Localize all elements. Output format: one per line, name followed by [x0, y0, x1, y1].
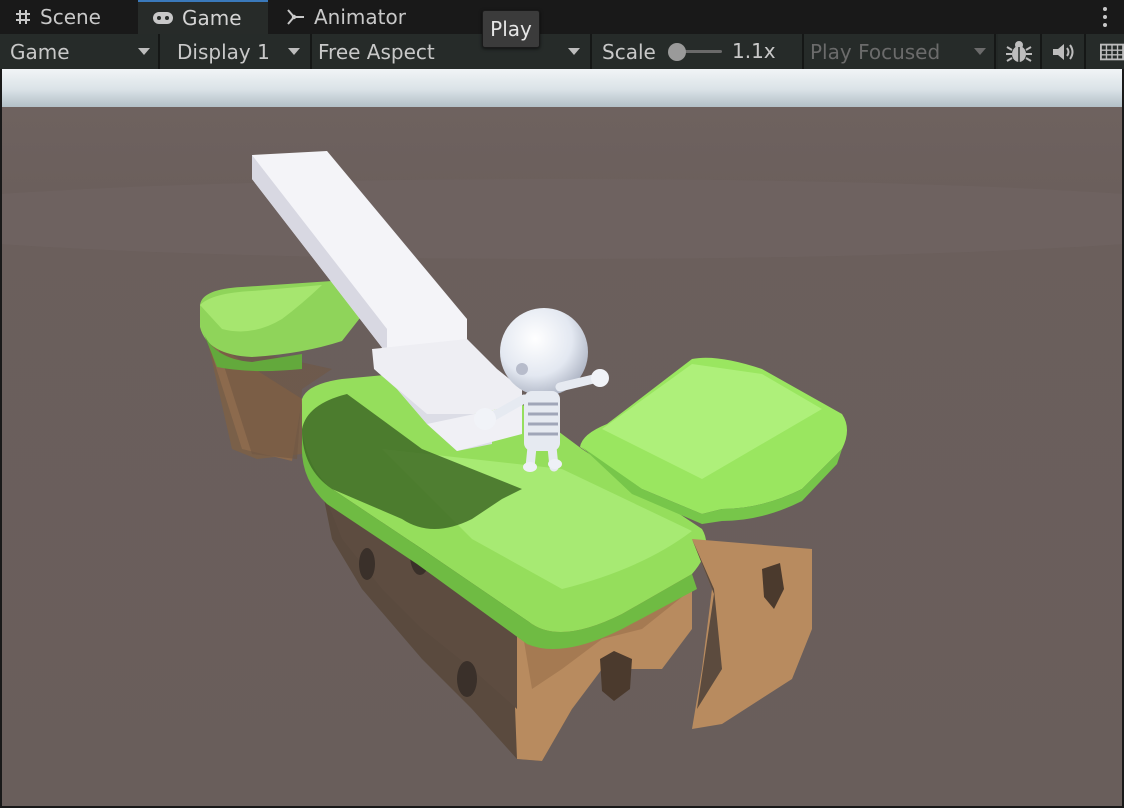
chevron-down-icon — [138, 48, 150, 55]
chevron-down-icon — [974, 48, 986, 55]
mute-audio-button[interactable] — [1042, 34, 1084, 69]
play-mode-label: Play Focused — [810, 39, 941, 64]
tab-scene[interactable]: Scene — [0, 0, 136, 34]
sky-horizon — [2, 69, 1122, 109]
chevron-down-icon — [288, 48, 300, 55]
tab-animator[interactable]: Animator — [272, 0, 422, 34]
scale-control: Scale 1.1x — [592, 34, 802, 69]
tab-game-label: Game — [182, 6, 242, 30]
play-mode-dropdown[interactable]: Play Focused — [804, 34, 994, 69]
display-dropdown[interactable]: Display 1 — [160, 34, 310, 69]
grid-hash-icon — [14, 8, 32, 26]
editor-tab-bar: Scene Game Animator — [0, 0, 1124, 34]
stats-button[interactable] — [1086, 34, 1124, 69]
aspect-dropdown[interactable]: Free Aspect — [312, 34, 590, 69]
chevron-down-icon — [568, 48, 580, 55]
view-mode-label: Game — [10, 39, 70, 64]
scale-slider-thumb[interactable] — [668, 43, 686, 61]
bug-button[interactable] — [998, 34, 1040, 69]
view-mode-dropdown[interactable]: Game — [0, 34, 158, 69]
game-scene-render — [2, 69, 1122, 806]
more-options-icon[interactable] — [1102, 7, 1108, 27]
stats-icon — [1100, 43, 1124, 60]
scale-value: 1.1x — [732, 39, 776, 63]
unity-editor-window: Scene Game Animator Game Display 1 Free … — [0, 0, 1124, 808]
tab-game[interactable]: Game — [138, 0, 268, 34]
scale-label: Scale — [602, 39, 656, 64]
gamepad-icon — [152, 10, 174, 26]
bug-icon — [1006, 40, 1032, 62]
tab-scene-label: Scene — [40, 5, 101, 29]
play-tooltip: Play — [482, 10, 540, 48]
tooltip-text: Play — [490, 17, 532, 41]
display-label: Display 1 — [177, 39, 270, 64]
animator-icon — [286, 8, 306, 26]
game-view-toolbar: Game Display 1 Free Aspect Scale 1.1x Pl… — [0, 34, 1124, 69]
aspect-label: Free Aspect — [318, 39, 435, 64]
audio-icon — [1053, 43, 1074, 60]
game-view-viewport[interactable] — [2, 69, 1122, 806]
tab-animator-label: Animator — [314, 5, 406, 29]
